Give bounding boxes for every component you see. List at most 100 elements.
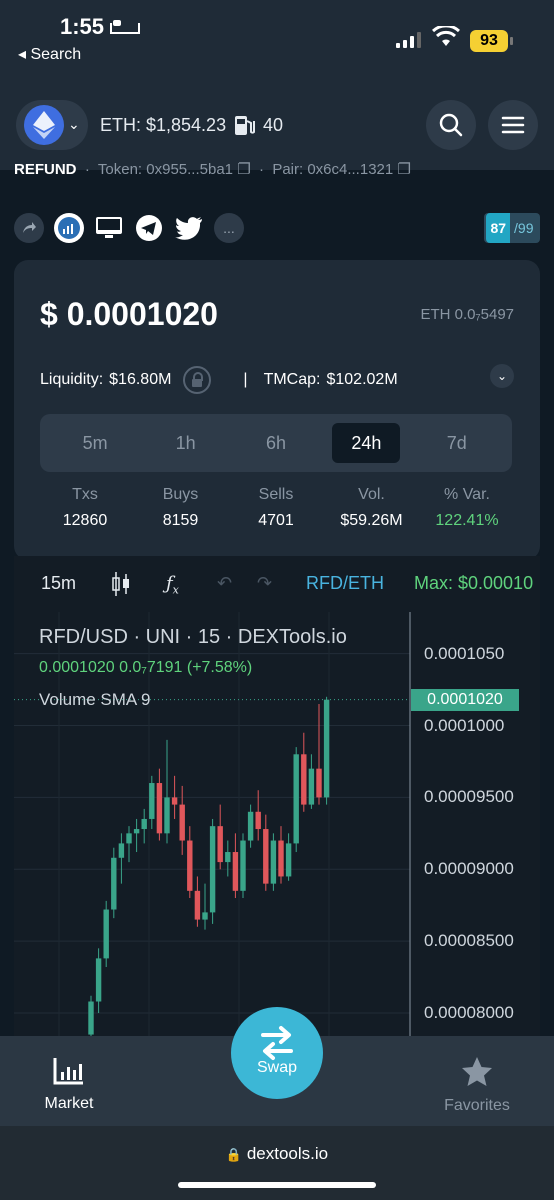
eth-price-of-token: ETH 0.0₇5497	[420, 306, 514, 323]
separator: |	[243, 371, 248, 388]
swap-arrows-icon	[261, 1026, 293, 1060]
period-24h[interactable]: 24h	[332, 423, 401, 463]
copy-icon[interactable]: ❐	[237, 161, 250, 178]
cellular-signal-icon	[396, 32, 421, 48]
candle-up	[202, 912, 208, 920]
url-text: dextools.io	[246, 1144, 329, 1163]
stat-value: 122.41%	[435, 512, 499, 529]
stat-value: 4701	[258, 512, 294, 529]
chevron-down-icon[interactable]: ⌄	[490, 364, 514, 388]
twitter-button[interactable]	[174, 213, 204, 243]
clock: 1:55	[60, 14, 105, 39]
candle-down	[194, 890, 201, 920]
browser-address-bar: 🔒 dextools.io	[0, 1126, 554, 1200]
share-icon	[23, 222, 36, 233]
interval-selector[interactable]: 15m	[41, 573, 76, 594]
price-chart-panel: 15m ƒx ↶ ↷ RFD/ETH Max: $0.00010 RFD/USD…	[14, 556, 540, 1036]
chart-toolbar: 15m ƒx ↶ ↷ RFD/ETH Max: $0.00010	[14, 556, 540, 612]
candle-up	[111, 857, 117, 910]
liquidity-label: Liquidity:	[40, 371, 104, 388]
app-header: ⌄ ETH: $1,854.23 40	[0, 80, 554, 170]
telegram-icon	[136, 215, 162, 241]
swap-button[interactable]: Swap	[231, 1007, 323, 1099]
nav-market[interactable]: Market	[42, 1056, 96, 1113]
redo-icon[interactable]: ↷	[257, 573, 272, 594]
last-price-tag: 0.0001020	[411, 688, 519, 711]
stats-row: Txs 12860 Buys 8159 Sells 4701 Vol. $59.…	[40, 486, 512, 530]
lock-icon: 🔒	[225, 1147, 243, 1162]
website-button[interactable]	[94, 213, 124, 243]
period-selector: 5m 1h 6h 24h 7d	[40, 414, 512, 472]
candle-up	[133, 829, 140, 834]
y-tick-label: 0.0001000	[424, 715, 505, 735]
stat-value: 12860	[62, 512, 108, 529]
menu-button[interactable]	[488, 100, 538, 150]
token-info-line: REFUND · Token: 0x955...5ba1 ❐ · Pair: 0…	[14, 161, 411, 178]
candle-up	[103, 909, 109, 959]
share-button[interactable]	[14, 213, 44, 243]
candle-down	[156, 783, 163, 834]
social-links: ...	[14, 212, 244, 244]
liquidity-row: Liquidity: $16.80M | TMCap: $102.02M	[40, 366, 398, 394]
sleep-focus-icon	[110, 20, 141, 34]
chart-title: RFD/USD · UNI · 15 · DEXTools.io	[39, 626, 347, 648]
status-bar: 1:55 ◂ Search 93	[0, 0, 554, 80]
search-button[interactable]	[426, 100, 476, 150]
telegram-button[interactable]	[134, 213, 164, 243]
candle-down	[263, 829, 269, 884]
chevron-down-icon: ⌄	[68, 116, 80, 132]
undo-icon[interactable]: ↶	[217, 573, 232, 594]
ethereum-icon	[24, 105, 64, 145]
y-tick-label: 0.00009500	[424, 787, 514, 807]
twitter-icon	[175, 217, 202, 240]
pair-address[interactable]: Pair: 0x6c4...1321	[272, 161, 393, 178]
stat-label: % Var.	[444, 486, 490, 503]
nav-market-label: Market	[44, 1095, 94, 1112]
y-tick-label: 0.0001050	[424, 643, 505, 663]
chain-selector[interactable]: ⌄	[16, 100, 88, 150]
monitor-icon	[96, 217, 122, 238]
y-tick-label: 0.00008500	[424, 931, 514, 951]
period-7d[interactable]: 7d	[423, 423, 491, 463]
token-symbol: REFUND	[14, 161, 77, 178]
back-to-search-link[interactable]: ◂ Search	[18, 44, 81, 64]
url-bar[interactable]: 🔒 dextools.io	[0, 1144, 554, 1164]
copy-icon[interactable]: ❐	[397, 161, 410, 178]
candle-up	[95, 958, 102, 1002]
candle-up	[118, 843, 125, 858]
stat-label: Vol.	[358, 486, 385, 503]
home-indicator[interactable]	[178, 1182, 376, 1188]
eth-price: ETH: $1,854.23	[100, 115, 227, 135]
stat-sells: Sells 4701	[231, 486, 321, 530]
candle-type-icon[interactable]	[110, 570, 132, 598]
candle-up	[247, 811, 254, 841]
period-1h[interactable]: 1h	[152, 423, 220, 463]
lock-icon[interactable]	[183, 366, 212, 394]
candle-down	[278, 840, 284, 877]
more-links-button[interactable]: ...	[214, 213, 244, 243]
indicator-label: Volume SMA 9	[39, 690, 151, 709]
nav-favorites-label: Favorites	[444, 1097, 510, 1114]
period-6h[interactable]: 6h	[242, 423, 310, 463]
y-tick-label: 0.00009000	[424, 859, 514, 879]
dext-score-badge[interactable]: 87 /99	[484, 213, 540, 243]
candle-down	[187, 840, 193, 891]
stat-buys: Buys 8159	[136, 486, 226, 530]
liquidity-value: $16.80M	[109, 371, 172, 388]
candle-up	[293, 754, 299, 844]
tmcap-label: TMCap:	[263, 371, 321, 388]
candle-up	[149, 783, 155, 819]
token-address[interactable]: Token: 0x955...5ba1	[98, 161, 233, 178]
period-5m[interactable]: 5m	[61, 423, 129, 463]
candle-up	[126, 833, 132, 844]
candle-down	[301, 754, 307, 805]
battery-cap	[510, 37, 513, 45]
stat-value: 8159	[162, 512, 199, 529]
chart-logo-button[interactable]	[54, 213, 84, 243]
nav-favorites[interactable]: Favorites	[440, 1056, 514, 1115]
indicators-icon[interactable]: ƒx	[166, 573, 179, 597]
pair-toggle[interactable]: RFD/ETH	[306, 573, 384, 594]
hamburger-icon	[501, 116, 525, 134]
chart-last-change: 0.0001020 0.0₇7191 (+7.58%)	[39, 659, 253, 676]
candle-down	[232, 852, 239, 891]
